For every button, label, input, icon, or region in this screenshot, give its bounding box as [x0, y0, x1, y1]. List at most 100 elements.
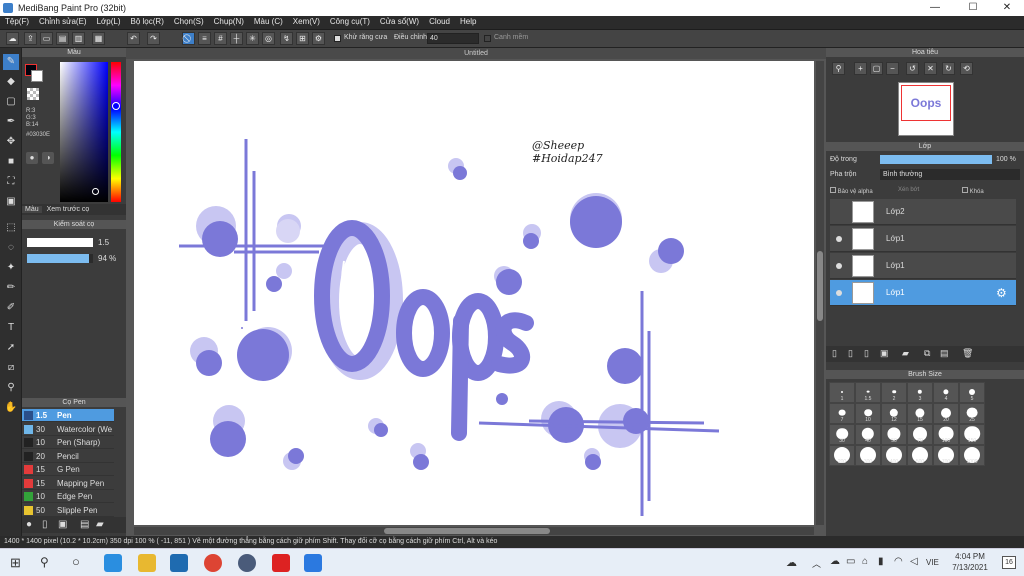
curve-snap-icon[interactable]: ↯: [280, 32, 293, 45]
grid-icon[interactable]: ▦: [92, 32, 105, 45]
navigator-thumbnail[interactable]: Oops: [898, 82, 954, 136]
brush-size-cell[interactable]: 4: [933, 382, 959, 403]
eyedrop-color-icon[interactable]: ◑: [42, 152, 54, 164]
flip-icon[interactable]: ✕: [924, 62, 937, 75]
zoom-icon[interactable]: ⚲: [832, 62, 845, 75]
hand-tool-icon[interactable]: ✋: [3, 400, 19, 416]
select-pen-icon[interactable]: ✏: [3, 280, 19, 296]
cross-snap-icon[interactable]: ┼: [230, 32, 243, 45]
page-icon[interactable]: ▥: [72, 32, 85, 45]
adjust-select[interactable]: 40: [427, 33, 479, 44]
layer-settings-icon[interactable]: ⚙: [996, 286, 1007, 300]
menu-select[interactable]: Chọn(S): [169, 16, 209, 27]
brush-size-cell[interactable]: 150: [959, 424, 985, 445]
radial-snap-icon[interactable]: ✳: [246, 32, 259, 45]
brush-size-cell[interactable]: 30: [829, 424, 855, 445]
add-brush-icon[interactable]: ●: [26, 519, 32, 530]
zoom-in-icon[interactable]: +: [854, 62, 867, 75]
bucket-tool-icon[interactable]: ⛶: [3, 174, 19, 190]
comment-icon[interactable]: ▭: [40, 32, 53, 45]
medibang-taskbar-icon[interactable]: [238, 554, 256, 572]
divide-tool-icon[interactable]: ⧄: [3, 360, 19, 376]
layer-row[interactable]: Lớp2: [830, 199, 1016, 225]
chrome-icon[interactable]: [204, 554, 222, 572]
zoom-out-icon[interactable]: −: [886, 62, 899, 75]
minimize-button[interactable]: —: [918, 0, 952, 16]
folder-layer-icon[interactable]: ▰: [902, 348, 909, 359]
new-brush-icon[interactable]: ▯: [42, 519, 48, 530]
cloud-icon[interactable]: ☁: [6, 32, 19, 45]
hue-cursor[interactable]: [112, 102, 120, 110]
visibility-icon[interactable]: [836, 263, 842, 269]
zalo-icon[interactable]: [304, 554, 322, 572]
rotate-right-icon[interactable]: ↻: [942, 62, 955, 75]
grid-snap-icon[interactable]: #: [214, 32, 227, 45]
menu-color[interactable]: Màu (C): [249, 16, 288, 27]
weather-icon[interactable]: ☁: [786, 556, 797, 569]
tab-color[interactable]: Màu: [22, 206, 42, 213]
onedrive-icon[interactable]: ☁: [830, 556, 840, 567]
layer-row[interactable]: Lớp1: [830, 226, 1016, 252]
brush-size-cell[interactable]: 1.5: [855, 382, 881, 403]
menu-edit[interactable]: Chỉnh sửa(E): [34, 16, 92, 27]
eraser-tool-icon[interactable]: ◆: [3, 74, 19, 90]
layer-row[interactable]: Lớp1 ⚙: [830, 280, 1016, 306]
lasso-tool-icon[interactable]: ◌: [3, 240, 19, 256]
magic-wand-icon[interactable]: ✦: [3, 260, 19, 276]
pen-item[interactable]: 10 Edge Pen: [22, 490, 114, 503]
brush-size-cell[interactable]: 40: [855, 424, 881, 445]
brush-size-cell[interactable]: 25: [959, 403, 985, 424]
brush-size-cell[interactable]: 70: [907, 424, 933, 445]
message-icon[interactable]: ▤: [56, 32, 69, 45]
parallel-snap-icon[interactable]: ≡: [198, 32, 211, 45]
pen-item[interactable]: 15 G Pen: [22, 463, 114, 476]
brush-size-cell[interactable]: 300: [855, 445, 881, 466]
visibility-icon[interactable]: [836, 290, 842, 296]
tab-brush-preview[interactable]: Xem trước cọ: [44, 206, 93, 213]
pen-item[interactable]: 50 Slipple Pen: [22, 503, 114, 517]
brush-opacity-bar[interactable]: [27, 254, 93, 263]
pen-item[interactable]: 30 Watercolor (We: [22, 422, 114, 436]
color-saturation-box[interactable]: [60, 62, 108, 202]
menu-layer[interactable]: Lớp(L): [92, 16, 126, 27]
brush-size-cell[interactable]: 500: [907, 445, 933, 466]
brush-size-cell[interactable]: 20: [933, 403, 959, 424]
maximize-button[interactable]: ☐: [956, 0, 990, 16]
edge-icon[interactable]: [104, 554, 122, 572]
visibility-icon[interactable]: [836, 236, 842, 242]
hue-slider[interactable]: [111, 62, 121, 202]
menu-cloud[interactable]: Cloud: [424, 16, 455, 27]
file-explorer-icon[interactable]: [138, 554, 156, 572]
gradient-tool-icon[interactable]: ▣: [3, 194, 19, 210]
brush-size-bar[interactable]: [27, 238, 93, 247]
brush-size-cell[interactable]: 10: [855, 403, 881, 424]
clock-time[interactable]: 4:04 PM: [952, 552, 988, 561]
redo-icon[interactable]: ↷: [147, 32, 160, 45]
usb-icon[interactable]: ⌂: [862, 556, 868, 567]
menu-window[interactable]: Cửa sổ(W): [375, 16, 424, 27]
close-button[interactable]: ✕: [990, 0, 1024, 16]
brush-size-cell[interactable]: 1000: [959, 445, 985, 466]
brush-size-cell[interactable]: 7: [829, 403, 855, 424]
perspective-icon[interactable]: ⊞: [296, 32, 309, 45]
brush-size-cell[interactable]: 3: [907, 382, 933, 403]
clock-date[interactable]: 7/13/2021: [950, 563, 990, 572]
undo-icon[interactable]: ↶: [127, 32, 140, 45]
pen-item[interactable]: 10 Pen (Sharp): [22, 436, 114, 449]
brush-size-cell[interactable]: 1: [829, 382, 855, 403]
pen-item[interactable]: 1.5 Pen: [22, 409, 114, 422]
lock-checkbox[interactable]: [962, 187, 968, 193]
display-icon[interactable]: ▭: [846, 556, 855, 567]
menu-snap[interactable]: Chụp(N): [209, 16, 249, 27]
pen-item[interactable]: 20 Pencil: [22, 449, 114, 463]
menu-view[interactable]: Xem(V): [288, 16, 325, 27]
brush-settings-icon[interactable]: ▣: [58, 519, 67, 530]
new-layer-icon[interactable]: ▯: [832, 348, 837, 359]
dell-icon[interactable]: [170, 554, 188, 572]
circle-snap-icon[interactable]: ◎: [262, 32, 275, 45]
notification-icon[interactable]: 16: [1002, 556, 1016, 569]
soft-edge-checkbox[interactable]: [484, 35, 491, 42]
shopee-icon[interactable]: [272, 554, 290, 572]
cortana-icon[interactable]: ○: [72, 554, 80, 569]
folder-icon[interactable]: ▰: [96, 519, 104, 530]
